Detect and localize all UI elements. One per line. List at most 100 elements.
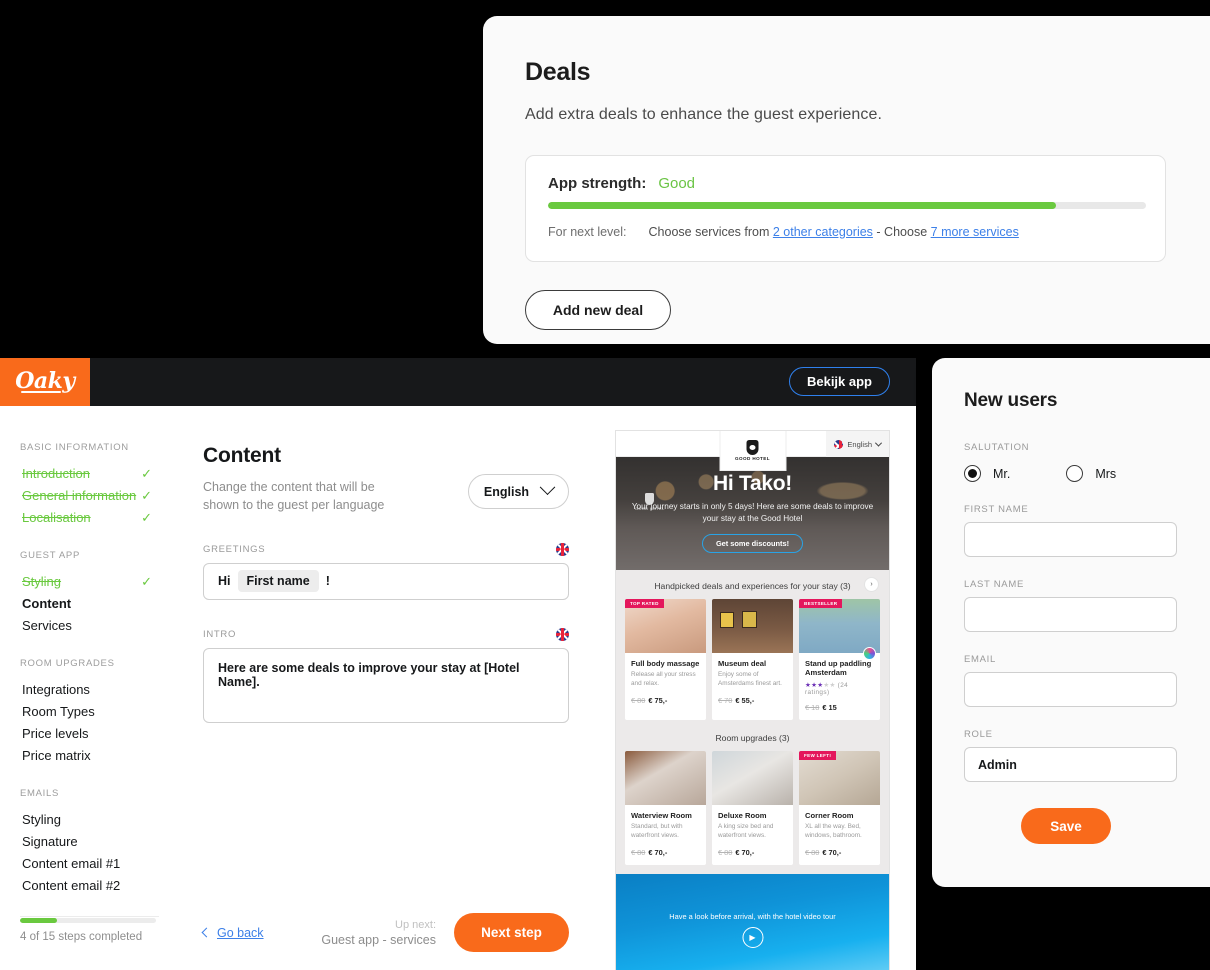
link-more-services[interactable]: 7 more services — [931, 225, 1019, 239]
deals-card-list: TOP RATED Full body massage Release all yo… — [616, 599, 889, 720]
card-body: Waterview Room Standard, but with waterfr… — [625, 805, 706, 865]
content-title: Content — [203, 444, 281, 467]
chevron-right-icon[interactable]: › — [864, 577, 879, 592]
price-new: € 70,- — [822, 847, 842, 857]
field-label: FIRST NAME — [964, 504, 1029, 515]
sidebar-item-label: Localisation — [22, 509, 91, 525]
sidebar-item-content-email-2[interactable]: Content email #2 — [0, 874, 179, 896]
sidebar-item-content[interactable]: Content — [0, 592, 179, 614]
intro-textarea[interactable]: Here are some deals to improve your stay… — [203, 647, 569, 723]
preview-card[interactable]: Waterview Room Standard, but with waterfr… — [625, 750, 706, 865]
price-old: € 80 — [805, 847, 820, 857]
next-step-button[interactable]: Next step — [454, 913, 569, 952]
price-old: € 80 — [718, 847, 733, 857]
sidebar-group-label: ROOM UPGRADES — [20, 658, 115, 669]
sidebar-item-integrations[interactable]: Integrations — [0, 678, 179, 700]
sidebar-item-styling[interactable]: Styling — [0, 808, 179, 830]
price-new: € 75,- — [648, 695, 668, 705]
app-body: BASIC INFORMATION Introduction ✓ General in… — [0, 406, 916, 970]
sidebar-item-localisation[interactable]: Localisation ✓ — [0, 506, 179, 528]
link-other-categories[interactable]: 2 other categories — [773, 225, 873, 239]
sidebar-item-services[interactable]: Services — [0, 614, 179, 636]
salutation-radio-mr[interactable] — [964, 465, 981, 482]
page-subtitle: Add extra deals to enhance the guest exp… — [525, 106, 883, 123]
video-tour-banner[interactable]: Have a look before arrival, with the hot… — [616, 873, 889, 970]
greetings-input[interactable]: Hi First name ! — [203, 562, 569, 600]
sidebar-item-label: Content email #2 — [22, 877, 121, 893]
app-strength-progress-fill — [548, 202, 1057, 209]
form-field: LAST NAME — [964, 579, 1178, 632]
preview-card[interactable]: BESTSELLER Stand up paddling Amsterdam ★★★… — [799, 599, 880, 720]
play-icon[interactable]: ▶ — [742, 926, 763, 948]
card-description: A king size bed and waterfront views. — [718, 823, 774, 840]
hotel-logo-text: GOOD HOTEL — [735, 456, 770, 461]
add-new-deal-button[interactable]: Add new deal — [525, 290, 671, 330]
sidebar-item-label: General information — [22, 487, 137, 503]
card-description: XL all the way. Bed, windows, bathroom. — [805, 823, 862, 840]
greetings-prefix: Hi — [218, 574, 231, 588]
first-name-token[interactable]: First name — [237, 570, 319, 592]
steps-progress-track — [20, 918, 156, 923]
salutation-radio-label: Mrs — [1095, 466, 1117, 481]
sidebar-item-price-matrix[interactable]: Price matrix — [0, 744, 179, 766]
up-next-value: Guest app - services — [321, 932, 436, 947]
rooms-section-title-text: Room upgrades (3) — [715, 732, 790, 743]
sidebar-item-content-email-1[interactable]: Content email #1 — [0, 852, 179, 874]
check-icon: ✓ — [141, 465, 152, 481]
sidebar-item-label: Content email #1 — [22, 855, 121, 871]
screen-root: Deals Add extra deals to enhance the gue… — [0, 0, 1210, 970]
price-old: € 70 — [718, 695, 733, 705]
phone-mockup: GOOD HOTEL English GOOD HOTEL Hi Tako! Y… — [615, 430, 890, 970]
salutation-label: SALUTATION — [964, 442, 1030, 453]
card-image — [712, 599, 793, 653]
deals-section-title: Handpicked deals and experiences for you… — [616, 570, 889, 599]
view-app-button[interactable]: Bekijk app — [788, 367, 890, 396]
phone-language-selector[interactable]: English — [826, 431, 889, 457]
sidebar-item-label: Price matrix — [22, 747, 91, 763]
steps-progress-text: 4 of 15 steps completed — [20, 931, 143, 943]
card-price: € 80 € 70,- — [805, 848, 874, 857]
email-input[interactable] — [964, 672, 1177, 707]
sidebar-item-room-types[interactable]: Room Types — [0, 700, 179, 722]
sidebar-item-introduction[interactable]: Introduction ✓ — [0, 462, 179, 484]
sidebar-item-general-information[interactable]: General information ✓ — [0, 484, 179, 506]
last-name-input[interactable] — [964, 597, 1177, 632]
role-input[interactable]: Admin — [964, 747, 1177, 782]
preview-card[interactable]: TOP RATED Full body massage Release all yo… — [625, 599, 706, 720]
card-body: Stand up paddling Amsterdam ★★★★★ (24 rati… — [799, 653, 880, 720]
preview-card[interactable]: FEW LEFT! Corner Room XL all the way. Bed,… — [799, 750, 880, 865]
sidebar-item-label: Services — [22, 617, 72, 633]
form-field: FIRST NAME — [964, 504, 1178, 557]
deals-section-title-text: Handpicked deals and experiences for you… — [654, 581, 851, 591]
card-title: Museum deal — [718, 659, 767, 668]
card-description: Release all your stress and relax. — [631, 671, 696, 688]
rooms-card-list: Waterview Room Standard, but with waterfr… — [616, 750, 889, 865]
check-icon: ✓ — [141, 509, 152, 525]
app-strength-label: App strength: — [548, 175, 647, 192]
preview-card[interactable]: Museum deal Enjoy some of Amsterdams fine… — [712, 599, 793, 720]
language-dropdown[interactable]: English — [468, 474, 569, 509]
sidebar-item-styling[interactable]: Styling ✓ — [0, 570, 179, 592]
video-tour-caption: Have a look before arrival, with the hot… — [669, 911, 836, 921]
card-badge: TOP RATED — [625, 599, 664, 608]
form-field: ROLE Admin — [964, 729, 1178, 782]
save-button[interactable]: Save — [1021, 808, 1111, 844]
go-back-button[interactable]: Go back — [201, 926, 264, 940]
preview-card[interactable]: Deluxe Room A king size bed and waterfron… — [712, 750, 793, 865]
card-title: Corner Room — [805, 810, 854, 820]
price-new: € 55,- — [735, 695, 755, 705]
card-image: TOP RATED — [625, 599, 706, 653]
hero-heading: Hi Tako! — [713, 472, 792, 495]
content-subtitle: Change the content that will be shown to… — [203, 480, 385, 512]
card-body: Corner Room XL all the way. Bed, windows,… — [799, 805, 880, 865]
deals-panel: Deals Add extra deals to enhance the gue… — [483, 16, 1210, 344]
get-discounts-button[interactable]: Get some discounts! — [702, 533, 803, 553]
first-name-input[interactable] — [964, 522, 1177, 557]
oaky-logo[interactable]: Oaky — [0, 358, 90, 406]
salutation-radio-mrs[interactable] — [1066, 465, 1084, 482]
check-icon: ✓ — [141, 573, 152, 589]
sidebar-item-price-levels[interactable]: Price levels — [0, 722, 179, 744]
rating-stars: ★★★★★ (24 ratings) — [805, 681, 849, 696]
sidebar-item-signature[interactable]: Signature — [0, 830, 179, 852]
rooms-section-title: Room upgrades (3) — [616, 720, 889, 751]
